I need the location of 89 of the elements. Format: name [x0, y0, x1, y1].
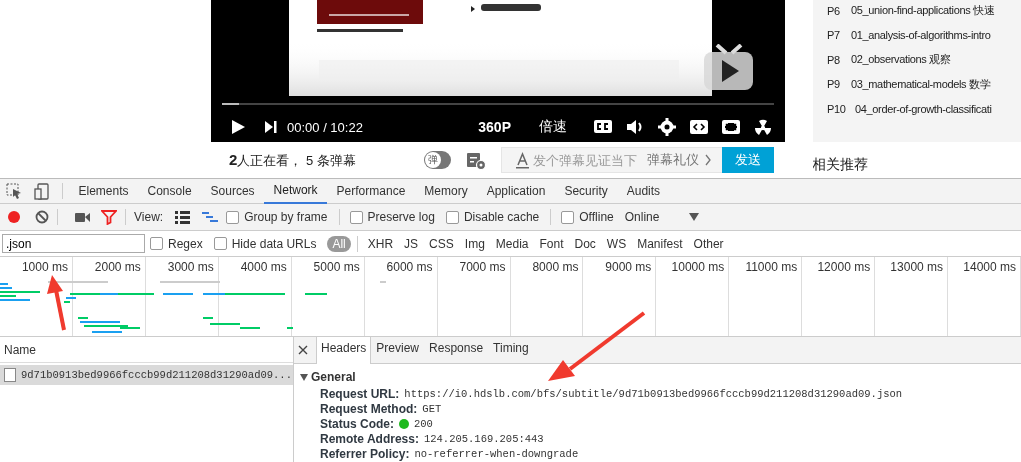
danmaku-input[interactable]: 发个弹幕见证当下 [533, 152, 643, 168]
type-filter[interactable]: Img [459, 235, 490, 252]
request-row[interactable]: 9d71b0913bed9966fcccb99d211208d31290ad09... [0, 365, 293, 385]
filter-field[interactable]: .json [2, 234, 145, 253]
expand-triangle-icon [300, 372, 308, 382]
type-filter[interactable]: Manifest [632, 235, 688, 252]
checkbox-option[interactable]: Disable cache [445, 210, 540, 224]
type-filter[interactable]: Doc [569, 235, 601, 252]
widescreen-icon[interactable] [689, 117, 709, 137]
type-filter[interactable]: Font [534, 235, 569, 252]
next-icon[interactable] [264, 120, 277, 135]
type-filter[interactable]: Media [490, 235, 534, 252]
danmaku-toggle[interactable]: 弹 [424, 151, 451, 169]
danmaku-settings-icon[interactable] [466, 150, 486, 170]
time-tick-label: 8000 ms [510, 257, 584, 336]
speed-button[interactable]: 倍速 [539, 118, 567, 137]
quality-button[interactable]: 360P [478, 119, 511, 136]
header-key: Request URL: [320, 386, 400, 401]
inspect-icon[interactable] [6, 182, 22, 200]
header-key: Referrer Policy: [320, 447, 410, 462]
details-tab[interactable]: Timing [488, 337, 534, 363]
devtools-tab[interactable]: Security [554, 179, 618, 203]
time-tick-label: 9000 ms [583, 257, 657, 336]
header-value: GET [422, 402, 442, 415]
type-filter[interactable]: CSS [424, 235, 459, 252]
details-tab[interactable]: Response [424, 337, 489, 363]
details-tab[interactable]: Preview [371, 337, 425, 363]
close-icon[interactable] [298, 345, 308, 355]
arrow-annotation [47, 275, 66, 331]
time-tick-label: 14000 ms [948, 257, 1021, 336]
checkbox[interactable] [226, 210, 240, 224]
header-value: 124.205.169.205:443 [423, 433, 544, 446]
checkbox[interactable] [445, 210, 459, 224]
record-icon[interactable] [7, 210, 21, 224]
time-tick-label: 12000 ms [802, 257, 876, 336]
column-header: Name [0, 337, 293, 363]
time-display: 00:00 / 10:22 [287, 119, 363, 135]
checkbox-option[interactable]: Regex [150, 236, 203, 251]
type-filter[interactable]: Other [688, 235, 729, 252]
devtools-tab[interactable]: Application [477, 179, 555, 203]
header-key: Status Code: [320, 417, 394, 431]
danmaku-field[interactable]: 发个弹幕见证当下 弹幕礼仪 [501, 147, 722, 173]
throttling-select[interactable]: Online [624, 210, 660, 224]
progress-bar[interactable] [222, 102, 774, 105]
header-key: Request Method: [320, 401, 418, 416]
header-key: Remote Address: [320, 432, 419, 447]
filter-icon[interactable] [101, 209, 117, 225]
dropdown-caret-icon[interactable] [689, 212, 700, 222]
devtools-tab[interactable]: Elements [69, 179, 139, 203]
checkbox-option[interactable]: Offline [561, 210, 614, 224]
header-value: 200 [414, 418, 433, 430]
time-tick-label: 13000 ms [875, 257, 949, 336]
checkbox-option[interactable]: Group by frame [226, 210, 328, 224]
etiquette-link[interactable]: 弹幕礼仪 [647, 151, 699, 169]
camera-icon[interactable] [74, 210, 90, 224]
devtools-tab[interactable]: Console [138, 179, 202, 203]
header-value: no-referrer-when-downgrade [414, 448, 579, 461]
viewer-count: 2人正在看， 5 条弹幕 [229, 150, 356, 170]
checkbox-option[interactable]: Preserve log [349, 210, 435, 224]
play-icon[interactable] [231, 119, 246, 136]
progress-fill[interactable] [222, 102, 239, 105]
type-filter[interactable]: JS [399, 235, 424, 252]
view-label: View: [134, 210, 164, 224]
section-header[interactable]: General [300, 370, 1021, 384]
list-view-icon[interactable] [175, 209, 191, 225]
device-icon[interactable] [34, 182, 50, 200]
time-tick-label: 11000 ms [729, 257, 803, 336]
radiation-icon[interactable] [753, 117, 773, 137]
devtools-tab[interactable]: Audits [617, 179, 670, 203]
tv-play-icon [703, 44, 754, 92]
devtools-tab[interactable]: Memory [414, 179, 478, 203]
checkbox[interactable] [150, 237, 163, 250]
file-icon [4, 368, 16, 382]
checkbox[interactable] [349, 210, 363, 224]
time-tick-label: 7000 ms [437, 257, 511, 336]
checkbox[interactable] [213, 237, 227, 250]
clear-icon[interactable] [35, 210, 49, 224]
devtools-tab[interactable]: Sources [201, 179, 265, 203]
font-style-icon[interactable] [516, 151, 529, 169]
devtools-tab[interactable]: Performance [327, 179, 415, 203]
waterfall-icon[interactable] [202, 210, 219, 224]
time-tick-label: 10000 ms [656, 257, 730, 336]
checkbox-option[interactable]: Hide data URLs [213, 236, 317, 251]
chevron-right-icon [705, 154, 712, 166]
type-filter[interactable]: WS [601, 235, 632, 252]
type-filter[interactable]: XHR [362, 235, 399, 252]
header-value: https://i0.hdslb.com/bfs/subtitle/9d71b0913bed9966fcccb99d211208d31290ad09.json [404, 387, 903, 400]
details-tab[interactable]: Headers [316, 337, 372, 364]
checkbox[interactable] [561, 210, 575, 224]
